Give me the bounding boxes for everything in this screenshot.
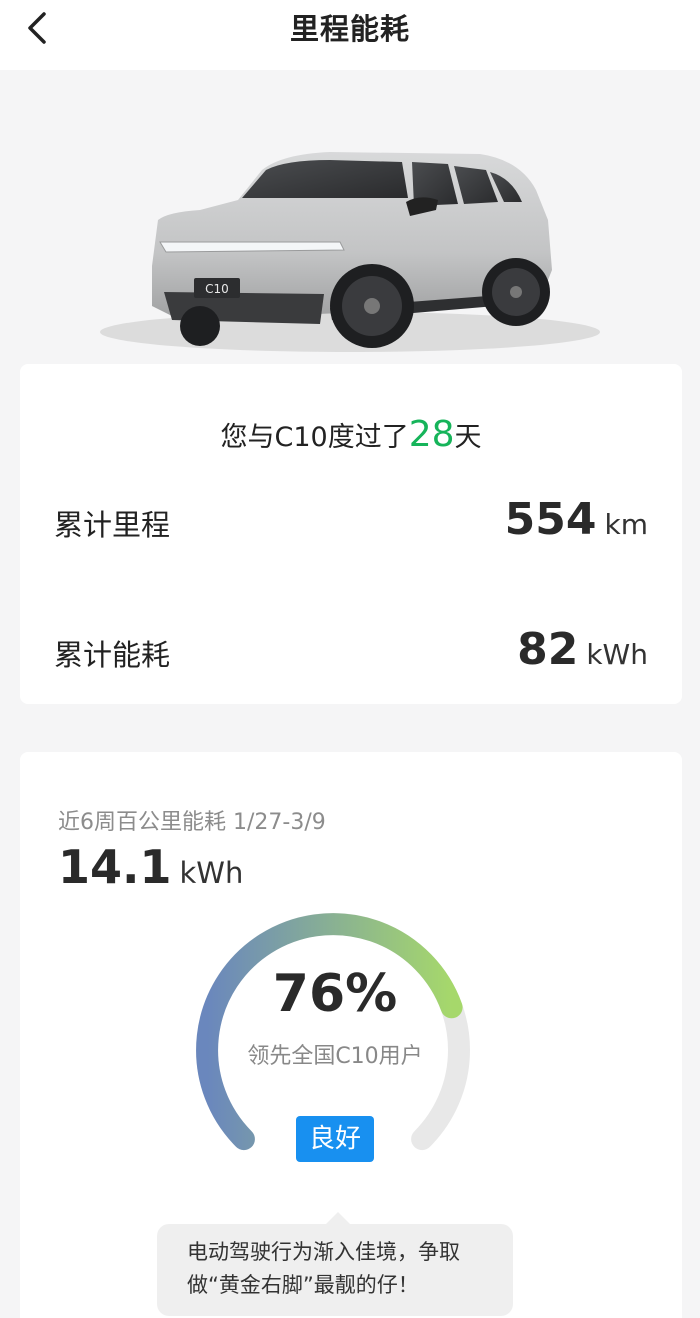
percentile-caption: 领先全国C10用户	[247, 1044, 423, 1069]
top-bar: 里程能耗	[0, 0, 700, 70]
car-model-plate: C10	[205, 282, 229, 296]
efficiency-card: 近6周百公里能耗 1/27-3/9 14.1 kWh 76% 领先全国C10用户 …	[20, 752, 682, 1318]
car-image: C10	[0, 70, 700, 364]
tip-bubble: 电动驾驶行为渐入佳境，争取做“黄金右脚”最靓的仔！	[157, 1224, 513, 1316]
days-together: 您与C10度过了28天	[20, 414, 682, 455]
energy-value: 82 kWh	[517, 624, 648, 675]
energy-number: 82	[517, 624, 579, 675]
days-suffix: 天	[454, 422, 482, 453]
mileage-value: 554 km	[505, 494, 648, 545]
mileage-label: 累计里程	[54, 508, 171, 542]
mileage-number: 554	[504, 494, 597, 545]
tip-pointer	[326, 1212, 350, 1224]
page-title: 里程能耗	[289, 12, 410, 46]
days-prefix: 您与C10度过了	[220, 422, 409, 453]
days-count: 28	[408, 414, 455, 455]
summary-card: 您与C10度过了28天 累计里程 554 km 累计能耗 82 kWh	[20, 364, 682, 704]
mileage-unit: km	[604, 508, 649, 541]
rating-badge: 良好	[296, 1116, 374, 1162]
energy-unit: kWh	[586, 638, 648, 671]
gauge-fill	[196, 913, 463, 1151]
percentile-value: 76%	[272, 964, 398, 1024]
energy-label: 累计能耗	[54, 638, 171, 672]
